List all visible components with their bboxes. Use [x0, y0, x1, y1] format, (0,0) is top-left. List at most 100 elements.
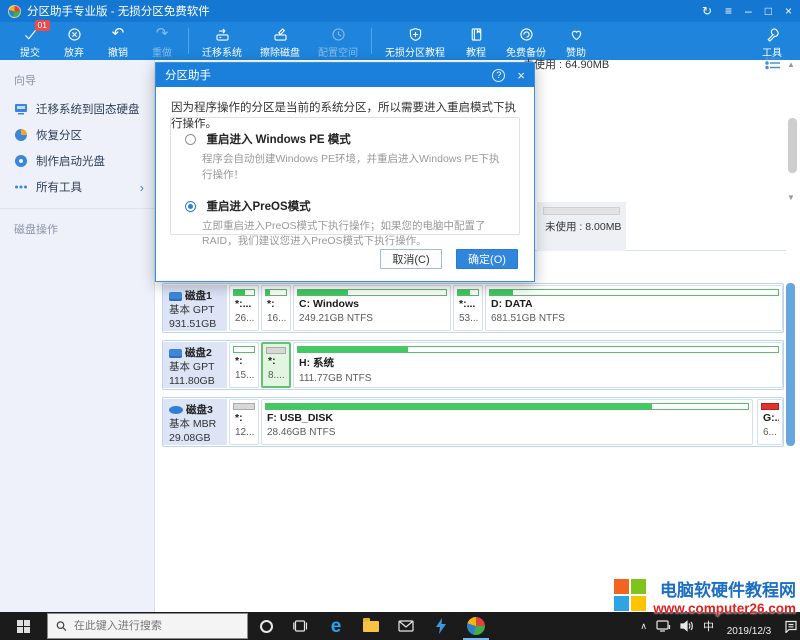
partition-label: *:	[235, 412, 255, 424]
folder-icon	[363, 621, 379, 632]
network-icon[interactable]	[656, 620, 671, 632]
backup-circle-icon	[518, 26, 535, 43]
partition-size: 15...	[235, 370, 255, 381]
shield-plus-icon	[407, 26, 424, 43]
free-backup-button[interactable]: 免费备份	[498, 22, 554, 60]
cortana-button[interactable]	[256, 612, 276, 640]
usb-disk-icon	[169, 406, 183, 414]
donate-button[interactable]: 赞助	[554, 22, 598, 60]
watermark-site-name: 电脑软硬件教程网	[653, 576, 796, 601]
toolbar-separator	[371, 28, 372, 54]
disk-label[interactable]: 磁盘3 基本 MBR 29.08GB	[163, 399, 227, 445]
partition-cell[interactable]: *: 12...	[229, 399, 259, 445]
search-icon	[56, 620, 67, 632]
dialog-close-icon[interactable]: ×	[517, 68, 525, 83]
edge-button[interactable]: e	[326, 612, 346, 640]
commit-button[interactable]: 提交 01	[8, 22, 52, 60]
app-logo-icon	[8, 5, 21, 18]
sidebar-item-bootable-media[interactable]: 制作启动光盘	[0, 148, 154, 174]
close-button[interactable]: ×	[785, 5, 792, 17]
partition-label: *:	[235, 355, 255, 367]
refresh-icon[interactable]: ↻	[702, 5, 712, 17]
discard-button[interactable]: 放弃	[52, 22, 96, 60]
sidebar-item-recover-partition[interactable]: 恢复分区	[0, 122, 154, 148]
taskbar-search[interactable]	[47, 613, 248, 639]
usage-bar	[543, 207, 620, 215]
partition-cell[interactable]: *:... 26...	[229, 285, 259, 331]
task-view-button[interactable]	[291, 612, 311, 640]
file-explorer-button[interactable]	[361, 612, 381, 640]
maximize-button[interactable]: □	[765, 5, 772, 17]
scrollbar-thumb[interactable]	[788, 118, 797, 173]
partition-cell[interactable]: F: USB_DISK 28.46GB NTFS	[261, 399, 753, 445]
ime-indicator[interactable]: 中	[703, 618, 714, 634]
allocate-space-button: 配置空间	[309, 22, 367, 60]
view-list-icon[interactable]	[765, 56, 781, 75]
mail-button[interactable]	[396, 612, 416, 640]
task-view-icon	[293, 619, 309, 633]
scroll-up-arrow[interactable]: ▲	[787, 60, 795, 69]
disk-label[interactable]: 磁盘2 基本 GPT 111.80GB	[163, 342, 227, 388]
chevron-right-icon: ›	[140, 180, 144, 195]
lightning-icon	[435, 618, 447, 634]
unused-space-label: 未使用 : 64.90MB	[523, 56, 609, 72]
partition-cell[interactable]: *:... 53...	[453, 285, 483, 331]
disk-size: 29.08GB	[169, 431, 227, 445]
partition-cell[interactable]: *: 16...	[261, 285, 291, 331]
partition-size: 111.77GB NTFS	[299, 373, 779, 384]
hdd-icon	[169, 292, 182, 301]
action-center-icon[interactable]	[784, 620, 798, 633]
watermark: 电脑软硬件教程网 www.computer26.com	[614, 576, 796, 616]
partition-assistant-taskbar-button[interactable]	[466, 612, 486, 640]
redo-button: ↷ 重做	[140, 22, 184, 60]
partition-label: *:...	[459, 298, 479, 310]
lightning-app-button[interactable]	[431, 612, 451, 640]
tutorial-button[interactable]: 教程	[454, 22, 498, 60]
partition-cell[interactable]: *: 15...	[229, 342, 259, 388]
partition-label: *:	[268, 355, 286, 367]
partition-cell-selected[interactable]: *: 8....	[261, 342, 291, 388]
option-title: 重启进入 Windows PE 模式	[206, 134, 350, 146]
wipe-disk-button[interactable]: 擦除磁盘	[251, 22, 309, 60]
radio-selected[interactable]	[185, 201, 196, 212]
menu-icon[interactable]: ≡	[725, 5, 732, 17]
monitor-disk-icon	[14, 102, 28, 116]
migrate-os-button[interactable]: 迁移系统	[193, 22, 251, 60]
option-preos[interactable]: 重启进入PreOS模式 立即重启进入PreOS模式下执行操作；如果您的电脑中配置…	[185, 197, 507, 251]
partition-cell[interactable]: C: Windows 249.21GB NTFS	[293, 285, 451, 331]
tools-button[interactable]: 工具	[750, 22, 794, 60]
disk-row: 磁盘2 基本 GPT 111.80GB *: 15... *: 8.... H:…	[162, 340, 784, 390]
cancel-button[interactable]: 取消(C)	[380, 249, 442, 269]
lossless-tutorial-button[interactable]: 无损分区教程	[376, 22, 454, 60]
ok-button[interactable]: 确定(O)	[456, 249, 518, 269]
help-icon[interactable]: ?	[492, 69, 505, 82]
partition-cell[interactable]: G:... 6...	[757, 399, 783, 445]
partition-cell[interactable]: D: DATA 681.51GB NTFS	[485, 285, 783, 331]
taskbar: e ∧ 中 2019/12/3	[0, 612, 800, 640]
disk-label[interactable]: 磁盘1 基本 GPT 931.51GB	[163, 285, 227, 331]
drive-arrow-icon	[214, 26, 231, 43]
minimize-button[interactable]: –	[745, 5, 752, 17]
restart-mode-dialog: 分区助手 ? × 因为程序操作的分区是当前的系统分区，所以需要进入重启模式下执行…	[155, 62, 535, 282]
scrollbar-thumb-blue[interactable]	[786, 283, 795, 446]
radio-unselected[interactable]	[185, 134, 196, 145]
partition-label: C: Windows	[299, 298, 447, 310]
app-titlebar: 分区助手专业版 - 无损分区免费软件 ↻ ≡ – □ ×	[0, 0, 800, 22]
volume-icon[interactable]	[680, 620, 694, 632]
start-button[interactable]	[0, 612, 46, 640]
sidebar-item-migrate-ssd[interactable]: 迁移系统到固态硬盘	[0, 96, 154, 122]
scroll-down-arrow[interactable]: ▼	[787, 193, 795, 202]
undo-button[interactable]: ↶ 撤销	[96, 22, 140, 60]
partition-cell[interactable]: H: 系统 111.77GB NTFS	[293, 342, 783, 388]
search-input[interactable]	[74, 620, 239, 632]
dialog-titlebar: 分区助手 ? ×	[156, 63, 534, 87]
unused-space-label: 未使用 : 8.00MB	[537, 219, 626, 234]
drive-eraser-icon	[272, 26, 289, 43]
taskbar-date[interactable]: 2019/12/3	[723, 626, 775, 640]
tray-chevron-icon[interactable]: ∧	[640, 621, 647, 632]
sidebar-item-all-tools[interactable]: 所有工具 ›	[0, 174, 154, 200]
option-windows-pe[interactable]: 重启进入 Windows PE 模式 程序会自动创建Windows PE环境，并…	[185, 130, 507, 184]
partition-label: G:...	[763, 412, 779, 424]
watermark-site-url: www.computer26.com	[653, 601, 796, 616]
disk-size: 111.80GB	[169, 374, 227, 388]
